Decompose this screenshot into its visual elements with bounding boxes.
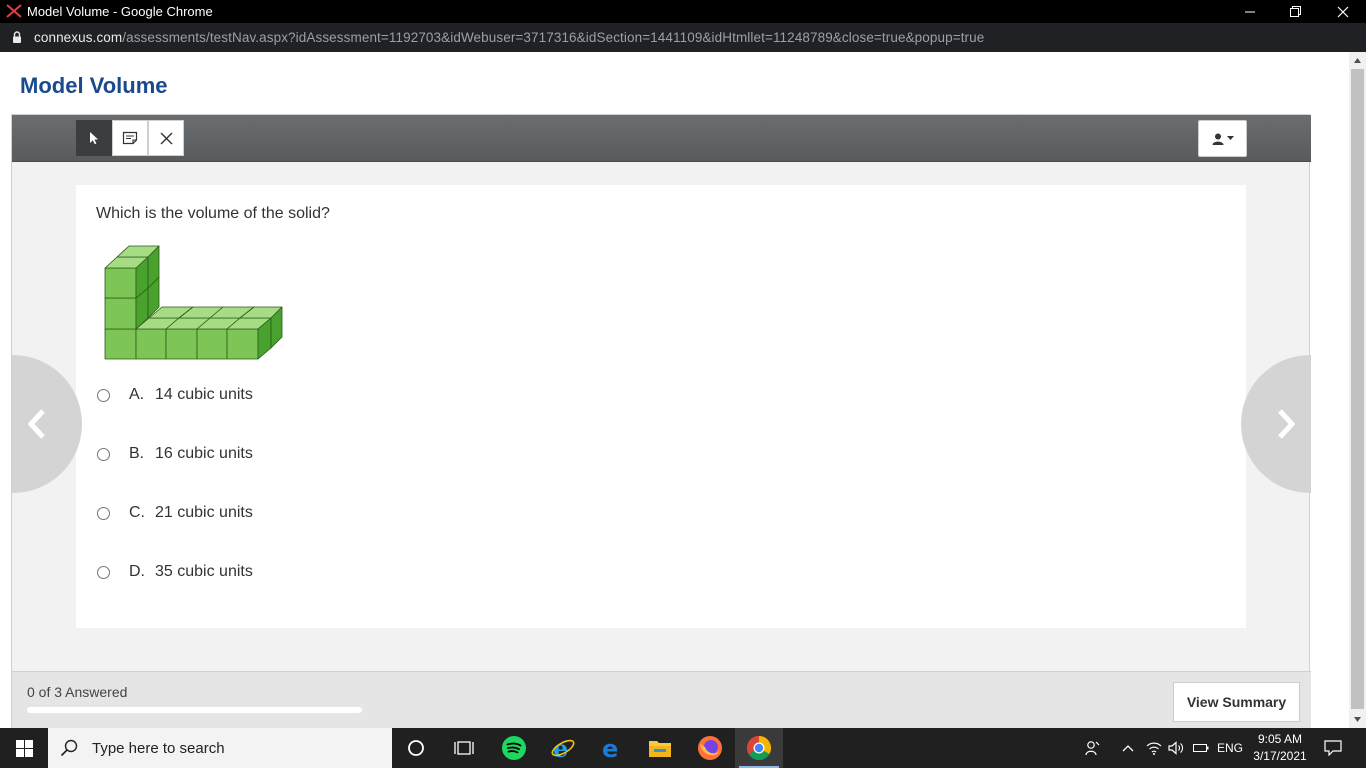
- cortana-icon: [408, 740, 424, 756]
- arrow-up-icon: [1354, 58, 1361, 63]
- firefox-button[interactable]: [686, 728, 734, 768]
- spotify-icon: [502, 736, 526, 760]
- eliminator-icon: [160, 132, 172, 144]
- progress-bar: [27, 707, 362, 713]
- restore-button[interactable]: [1273, 0, 1319, 23]
- notepad-tool-button[interactable]: [112, 120, 148, 156]
- search-placeholder: Type here to search: [92, 739, 225, 757]
- window-title: Model Volume - Google Chrome: [27, 4, 213, 19]
- user-menu-button[interactable]: [1198, 120, 1247, 157]
- action-center-button[interactable]: [1318, 728, 1348, 768]
- assessment-footer: 0 of 3 Answered View Summary: [12, 671, 1311, 729]
- network-button[interactable]: [1144, 728, 1164, 768]
- notepad-icon: [122, 131, 138, 145]
- assessment-frame: Which is the volume of the solid? A. 14 …: [11, 114, 1311, 729]
- answer-option-d[interactable]: D. 35 cubic units: [96, 560, 253, 584]
- user-icon: [1212, 133, 1223, 145]
- chevron-up-icon: [1122, 745, 1134, 752]
- next-question-button[interactable]: [1241, 355, 1311, 493]
- connexus-app-icon: [6, 4, 22, 18]
- chevron-left-icon: [27, 409, 45, 439]
- scroll-down-button[interactable]: [1349, 711, 1366, 728]
- spotify-button[interactable]: [490, 728, 538, 768]
- edge-icon: e: [602, 736, 618, 760]
- task-view-icon: [454, 741, 474, 755]
- option-letter: C.: [129, 504, 145, 521]
- view-summary-button[interactable]: View Summary: [1173, 682, 1300, 722]
- scroll-up-button[interactable]: [1349, 52, 1366, 69]
- assessment-toolbar: [12, 115, 1311, 162]
- minimize-icon: [1244, 11, 1255, 13]
- notification-icon: [1324, 740, 1342, 756]
- lock-icon: [13, 31, 21, 43]
- address-bar[interactable]: connexus.com/assessments/testNav.aspx?id…: [0, 23, 1366, 52]
- windows-taskbar: Type here to search e e ENG 9:05 AM 3/17…: [0, 728, 1366, 768]
- people-button[interactable]: [1080, 728, 1106, 768]
- file-explorer-icon: [649, 741, 671, 757]
- radio-button[interactable]: [97, 388, 110, 402]
- page-content: Model Volume Which is the volume of the …: [0, 52, 1349, 729]
- option-text: 16 cubic units: [155, 445, 253, 462]
- edge-button[interactable]: e: [588, 728, 636, 768]
- internet-explorer-button[interactable]: e: [539, 728, 587, 768]
- window-titlebar: Model Volume - Google Chrome: [0, 0, 1366, 23]
- chrome-icon: [746, 736, 772, 761]
- input-language-button[interactable]: ENG: [1214, 728, 1246, 768]
- question-card: Which is the volume of the solid? A. 14 …: [76, 185, 1246, 628]
- option-text: 14 cubic units: [155, 386, 253, 403]
- wifi-icon: [1146, 742, 1162, 755]
- file-explorer-button[interactable]: [636, 728, 684, 768]
- pointer-tool-button[interactable]: [76, 120, 112, 156]
- url-text[interactable]: connexus.com/assessments/testNav.aspx?id…: [34, 30, 984, 45]
- previous-question-button[interactable]: [12, 355, 82, 493]
- show-hidden-icons-button[interactable]: [1118, 728, 1138, 768]
- option-letter: D.: [129, 563, 145, 580]
- minimize-button[interactable]: [1227, 0, 1273, 23]
- answer-eliminator-tool-button[interactable]: [148, 120, 184, 156]
- answer-option-b[interactable]: B. 16 cubic units: [96, 442, 253, 466]
- chrome-button[interactable]: [735, 728, 783, 768]
- people-icon: [1085, 741, 1100, 756]
- search-icon: [60, 739, 78, 757]
- radio-button[interactable]: [97, 447, 110, 461]
- firefox-icon: [698, 736, 722, 760]
- page-scrollbar[interactable]: [1349, 52, 1366, 728]
- page-title: Model Volume: [20, 73, 168, 98]
- taskbar-search[interactable]: Type here to search: [48, 728, 392, 768]
- option-letter: B.: [129, 445, 145, 462]
- answer-option-c[interactable]: C. 21 cubic units: [96, 501, 253, 525]
- answered-count: 0 of 3 Answered: [27, 684, 128, 700]
- option-text: 35 cubic units: [155, 563, 253, 580]
- internet-explorer-icon: e: [551, 735, 575, 761]
- clock-time: 9:05 AM: [1257, 732, 1303, 746]
- question-prompt: Which is the volume of the solid?: [96, 205, 330, 222]
- svg-text:e: e: [602, 736, 618, 760]
- battery-icon: [1193, 744, 1209, 752]
- battery-button[interactable]: [1190, 728, 1212, 768]
- cube-solid-figure: [104, 245, 283, 360]
- task-view-button[interactable]: [440, 728, 488, 768]
- radio-button[interactable]: [97, 565, 110, 579]
- caret-down-icon: [1226, 136, 1234, 140]
- volume-button[interactable]: [1166, 728, 1186, 768]
- pointer-icon: [90, 132, 98, 145]
- restore-icon: [1290, 5, 1301, 17]
- answer-option-a[interactable]: A. 14 cubic units: [96, 383, 253, 407]
- taskbar-clock[interactable]: 9:05 AM 3/17/2021: [1252, 731, 1308, 765]
- clock-date: 3/17/2021: [1253, 749, 1307, 763]
- arrow-down-icon: [1354, 717, 1361, 722]
- close-window-button[interactable]: [1320, 0, 1366, 23]
- cortana-button[interactable]: [392, 728, 440, 768]
- close-icon: [1337, 6, 1349, 17]
- windows-icon: [15, 739, 33, 757]
- option-text: 21 cubic units: [155, 504, 253, 521]
- radio-button[interactable]: [97, 506, 110, 520]
- option-letter: A.: [129, 386, 145, 403]
- scroll-thumb[interactable]: [1351, 69, 1364, 709]
- start-button[interactable]: [0, 728, 48, 768]
- chevron-right-icon: [1278, 409, 1296, 439]
- speaker-icon: [1168, 741, 1183, 755]
